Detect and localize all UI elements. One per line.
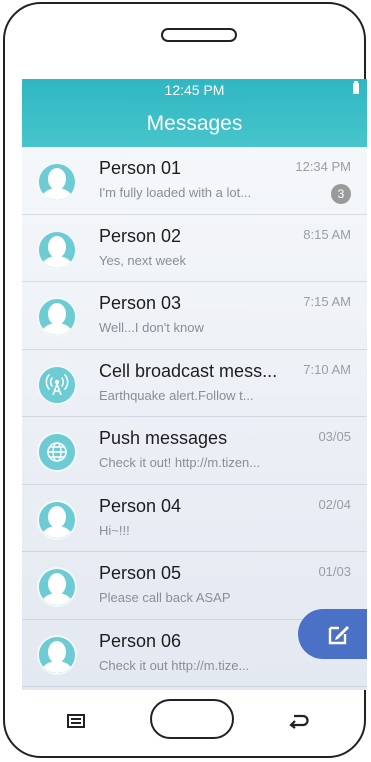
avatar — [37, 297, 77, 337]
message-time: 02/04 — [318, 496, 351, 512]
message-time: 7:10 AM — [303, 361, 351, 377]
avatar — [37, 567, 77, 607]
page-title: Messages — [146, 112, 243, 135]
sender-name: Person 04 — [99, 495, 182, 516]
avatar — [37, 499, 77, 540]
message-preview: Please call back ASAP — [99, 590, 231, 605]
message-time: 7:15 AM — [303, 294, 351, 309]
message-item-cell-broadcast[interactable]: Cell broadcast mess... Earthquake alert.… — [22, 350, 367, 417]
message-preview: Earthquake alert.Follow t... — [99, 387, 254, 403]
message-preview: Check it out http://m.tize... — [99, 657, 250, 673]
avatar — [37, 162, 77, 202]
message-time: 12:34 PM — [295, 159, 351, 174]
message-preview: Hi~!!! — [99, 522, 130, 538]
screen: 12:45 PM Messages Person 01 I'm fully lo… — [22, 79, 367, 690]
back-icon[interactable] — [289, 713, 309, 729]
status-time: 12:45 PM — [164, 82, 225, 98]
message-item-person-03[interactable]: Person 03 Well...I don't know 7:15 AM — [22, 282, 367, 350]
home-button[interactable] — [150, 699, 234, 739]
sender-name: Person 05 — [99, 563, 182, 583]
speaker-grille — [161, 28, 237, 42]
avatar — [37, 432, 77, 472]
battery-icon — [353, 81, 359, 94]
message-item-person-01[interactable]: Person 01 I'm fully loaded with a lot...… — [22, 147, 367, 215]
avatar — [37, 364, 77, 405]
compose-button[interactable] — [298, 609, 367, 659]
menu-icon[interactable] — [67, 714, 85, 728]
sender-name: Cell broadcast mess... — [99, 360, 278, 381]
sender-name: Push messages — [99, 428, 228, 448]
compose-icon — [328, 626, 349, 645]
sender-name: Person 06 — [99, 630, 182, 651]
message-preview: Yes, next week — [99, 252, 186, 268]
message-time: 03/05 — [318, 429, 351, 444]
globe-icon — [47, 442, 67, 462]
message-item-push-messages[interactable]: Push messages Check it out! http://m.tiz… — [22, 417, 367, 485]
sender-name: Person 03 — [99, 293, 182, 313]
avatar — [37, 229, 77, 270]
avatar — [37, 634, 77, 675]
message-time: 01/03 — [318, 564, 351, 579]
message-time: 8:15 AM — [303, 226, 351, 242]
message-preview: Well...I don't know — [99, 320, 204, 335]
broadcast-icon — [45, 373, 69, 395]
sender-name: Person 01 — [99, 158, 182, 178]
message-item-person-04[interactable]: Person 04 Hi~!!! 02/04 — [22, 485, 367, 552]
message-item-person-02[interactable]: Person 02 Yes, next week 8:15 AM — [22, 215, 367, 282]
sender-name: Person 02 — [99, 225, 182, 246]
unread-count-badge: 3 — [331, 184, 351, 204]
message-preview: Check it out! http://m.tizen... — [99, 455, 261, 470]
message-preview: I'm fully loaded with a lot... — [99, 185, 252, 200]
message-list: Person 01 I'm fully loaded with a lot...… — [22, 147, 367, 687]
app-header: 12:45 PM Messages — [22, 79, 367, 147]
